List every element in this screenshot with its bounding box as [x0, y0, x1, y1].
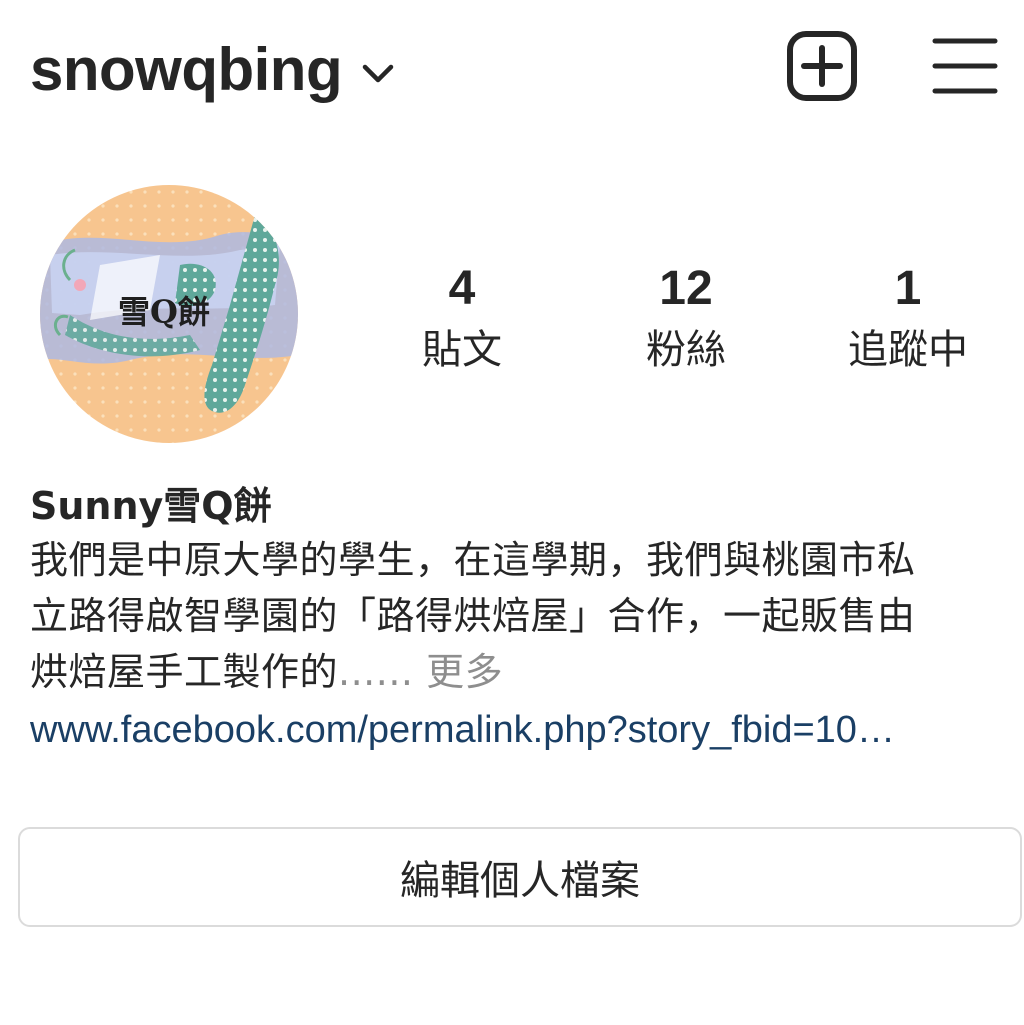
followers-label: 粉絲 [646, 327, 726, 373]
profile-header: snowqbing [0, 0, 1024, 140]
followers-stat[interactable]: 12 粉絲 [596, 258, 776, 380]
bio-line-text: 烘焙屋手工製作的 [30, 650, 339, 694]
bio-line: 立路得啟智學園的「路得烘焙屋」合作，一起販售由 [30, 594, 916, 638]
bio-line-last: 烘焙屋手工製作的...... 更多 [30, 644, 1000, 700]
avatar[interactable]: 雪Q餅 [40, 185, 298, 443]
avatar-text: 雪Q餅 [118, 293, 210, 331]
posts-stat[interactable]: 4 貼文 [372, 258, 552, 380]
chevron-down-icon [362, 64, 394, 83]
avatar-image: 雪Q餅 [40, 185, 298, 443]
more-link[interactable]: 更多 [414, 650, 504, 694]
account-switcher[interactable]: snowqbing [30, 34, 394, 106]
following-label: 追蹤中 [848, 327, 968, 373]
bio: 我們是中原大學的學生，在這學期，我們與桃園市私 立路得啟智學園的「路得烘焙屋」合… [30, 532, 1000, 700]
menu-icon[interactable] [932, 36, 998, 96]
posts-label: 貼文 [422, 327, 502, 373]
posts-count: 4 [448, 262, 476, 315]
following-stat[interactable]: 1 追蹤中 [818, 258, 998, 380]
edit-profile-button[interactable]: 編輯個人檔案 [18, 827, 1022, 927]
new-post-icon[interactable] [786, 30, 858, 102]
display-name: Sunny雪Q餅 [30, 484, 272, 528]
website-link[interactable]: www.facebook.com/permalink.php?story_fbi… [30, 702, 1005, 758]
bio-line: 我們是中原大學的學生，在這學期，我們與桃園市私 [30, 538, 916, 582]
followers-count: 12 [659, 262, 713, 315]
bio-ellipsis: ...... [338, 650, 414, 694]
following-count: 1 [894, 262, 922, 315]
username: snowqbing [30, 36, 343, 103]
